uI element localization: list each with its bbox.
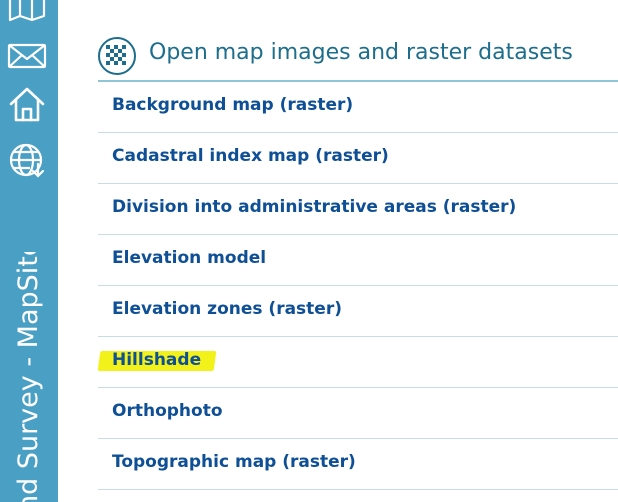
home-icon[interactable] bbox=[6, 84, 48, 126]
sidebar: nd Survey - MapSite bbox=[0, 0, 58, 502]
list-item-label[interactable]: Orthophoto bbox=[112, 401, 223, 421]
list-item-label[interactable]: Cadastral index map (raster) bbox=[112, 146, 389, 166]
map-icon[interactable] bbox=[6, 0, 48, 28]
dataset-list: Background map (raster) Cadastral index … bbox=[97, 82, 618, 490]
list-item[interactable]: Elevation zones (raster) bbox=[98, 286, 618, 337]
list-item-label[interactable]: Elevation model bbox=[112, 248, 266, 268]
globe-download-icon[interactable] bbox=[6, 140, 48, 182]
app-title-vertical: nd Survey - MapSite bbox=[12, 252, 52, 502]
section-title: Open map images and raster datasets bbox=[149, 40, 573, 65]
list-item[interactable]: Division into administrative areas (rast… bbox=[98, 184, 618, 235]
list-item-label[interactable]: Hillshade bbox=[112, 350, 201, 370]
list-item-label[interactable]: Topographic map (raster) bbox=[112, 452, 356, 472]
list-item-hillshade[interactable]: Hillshade bbox=[97, 337, 618, 388]
checkerboard-icon bbox=[98, 37, 136, 75]
section-header: Open map images and raster datasets bbox=[98, 34, 618, 80]
list-item-label[interactable]: Elevation zones (raster) bbox=[112, 299, 342, 319]
app-title: nd Survey - MapSite bbox=[13, 252, 44, 502]
list-item[interactable]: Elevation model bbox=[98, 235, 618, 286]
list-item[interactable]: Cadastral index map (raster) bbox=[98, 133, 618, 184]
list-item[interactable]: Orthophoto bbox=[98, 388, 618, 439]
list-item[interactable]: Background map (raster) bbox=[98, 82, 618, 133]
list-item-label[interactable]: Background map (raster) bbox=[112, 95, 353, 115]
list-item[interactable]: Topographic map (raster) bbox=[98, 439, 618, 490]
mail-icon[interactable] bbox=[6, 34, 48, 76]
list-item-label[interactable]: Division into administrative areas (rast… bbox=[112, 197, 516, 217]
